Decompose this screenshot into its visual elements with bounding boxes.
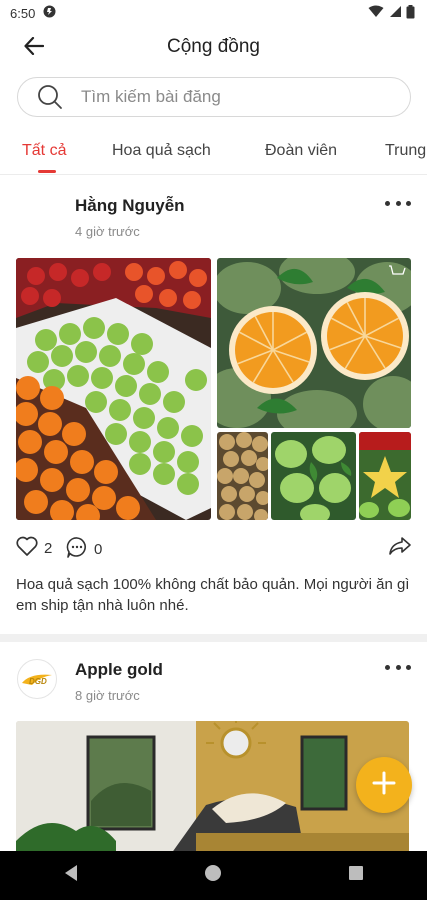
more-options-button[interactable] <box>385 195 411 211</box>
wifi-icon <box>368 5 384 21</box>
post-photo[interactable] <box>359 432 411 520</box>
post-time: 4 giờ trước <box>75 224 140 239</box>
post-photo[interactable] <box>16 258 211 520</box>
post-card: Hằng Nguyễn 4 giờ trước 2 0 Hoa quả sạch… <box>0 176 427 634</box>
share-button[interactable] <box>388 536 412 560</box>
avatar[interactable]: DGD <box>17 659 57 699</box>
avatar-logo-text: DGD <box>29 677 47 686</box>
post-divider <box>0 634 427 642</box>
search-bar[interactable] <box>17 77 411 117</box>
comment-icon <box>66 536 88 562</box>
share-icon <box>388 536 412 560</box>
active-tab-indicator <box>38 170 56 173</box>
tab-trung[interactable]: Trung <box>385 142 426 160</box>
post-card: DGD Apple gold 8 giờ trước <box>0 642 427 861</box>
heart-icon <box>16 536 38 560</box>
post-photo[interactable] <box>217 258 411 428</box>
tab-hoa-qua-sach[interactable]: Hoa quả sạch <box>112 142 211 160</box>
avatar[interactable] <box>17 190 57 230</box>
post-photo[interactable] <box>217 432 268 520</box>
post-author[interactable]: Hằng Nguyễn <box>75 196 185 216</box>
signal-icon <box>388 5 402 21</box>
post-caption: Hoa quả sạch 100% không chất bảo quản. M… <box>16 576 410 614</box>
post-photo[interactable] <box>271 432 356 520</box>
like-button[interactable]: 2 <box>16 536 52 560</box>
more-options-button[interactable] <box>385 659 411 675</box>
back-triangle-icon[interactable] <box>63 864 79 887</box>
recents-square-icon[interactable] <box>348 865 364 886</box>
notification-icon <box>43 5 56 21</box>
plus-icon <box>372 771 396 800</box>
create-post-button[interactable] <box>356 757 412 813</box>
tab-tat-ca[interactable]: Tất cả <box>22 142 66 160</box>
app-header: Cộng đồng <box>0 26 427 70</box>
status-time: 6:50 <box>10 5 36 21</box>
comment-count: 0 <box>94 540 103 558</box>
like-count: 2 <box>44 539 53 557</box>
status-bar: 6:50 <box>0 0 427 26</box>
post-photo[interactable] <box>16 721 409 861</box>
page-title: Cộng đồng <box>167 36 260 57</box>
post-time: 8 giờ trước <box>75 688 140 703</box>
comment-button[interactable]: 0 <box>66 536 102 562</box>
tab-doan-vien[interactable]: Đoàn viên <box>265 142 337 160</box>
post-author[interactable]: Apple gold <box>75 660 163 680</box>
system-navigation-bar <box>0 851 427 900</box>
search-icon <box>37 84 63 110</box>
post-actions: 2 0 <box>16 536 412 562</box>
home-circle-icon[interactable] <box>204 864 222 887</box>
battery-icon <box>406 4 415 22</box>
category-tabs: Tất cả Hoa quả sạch Đoàn viên Trung <box>0 128 427 175</box>
search-input[interactable] <box>79 86 383 108</box>
